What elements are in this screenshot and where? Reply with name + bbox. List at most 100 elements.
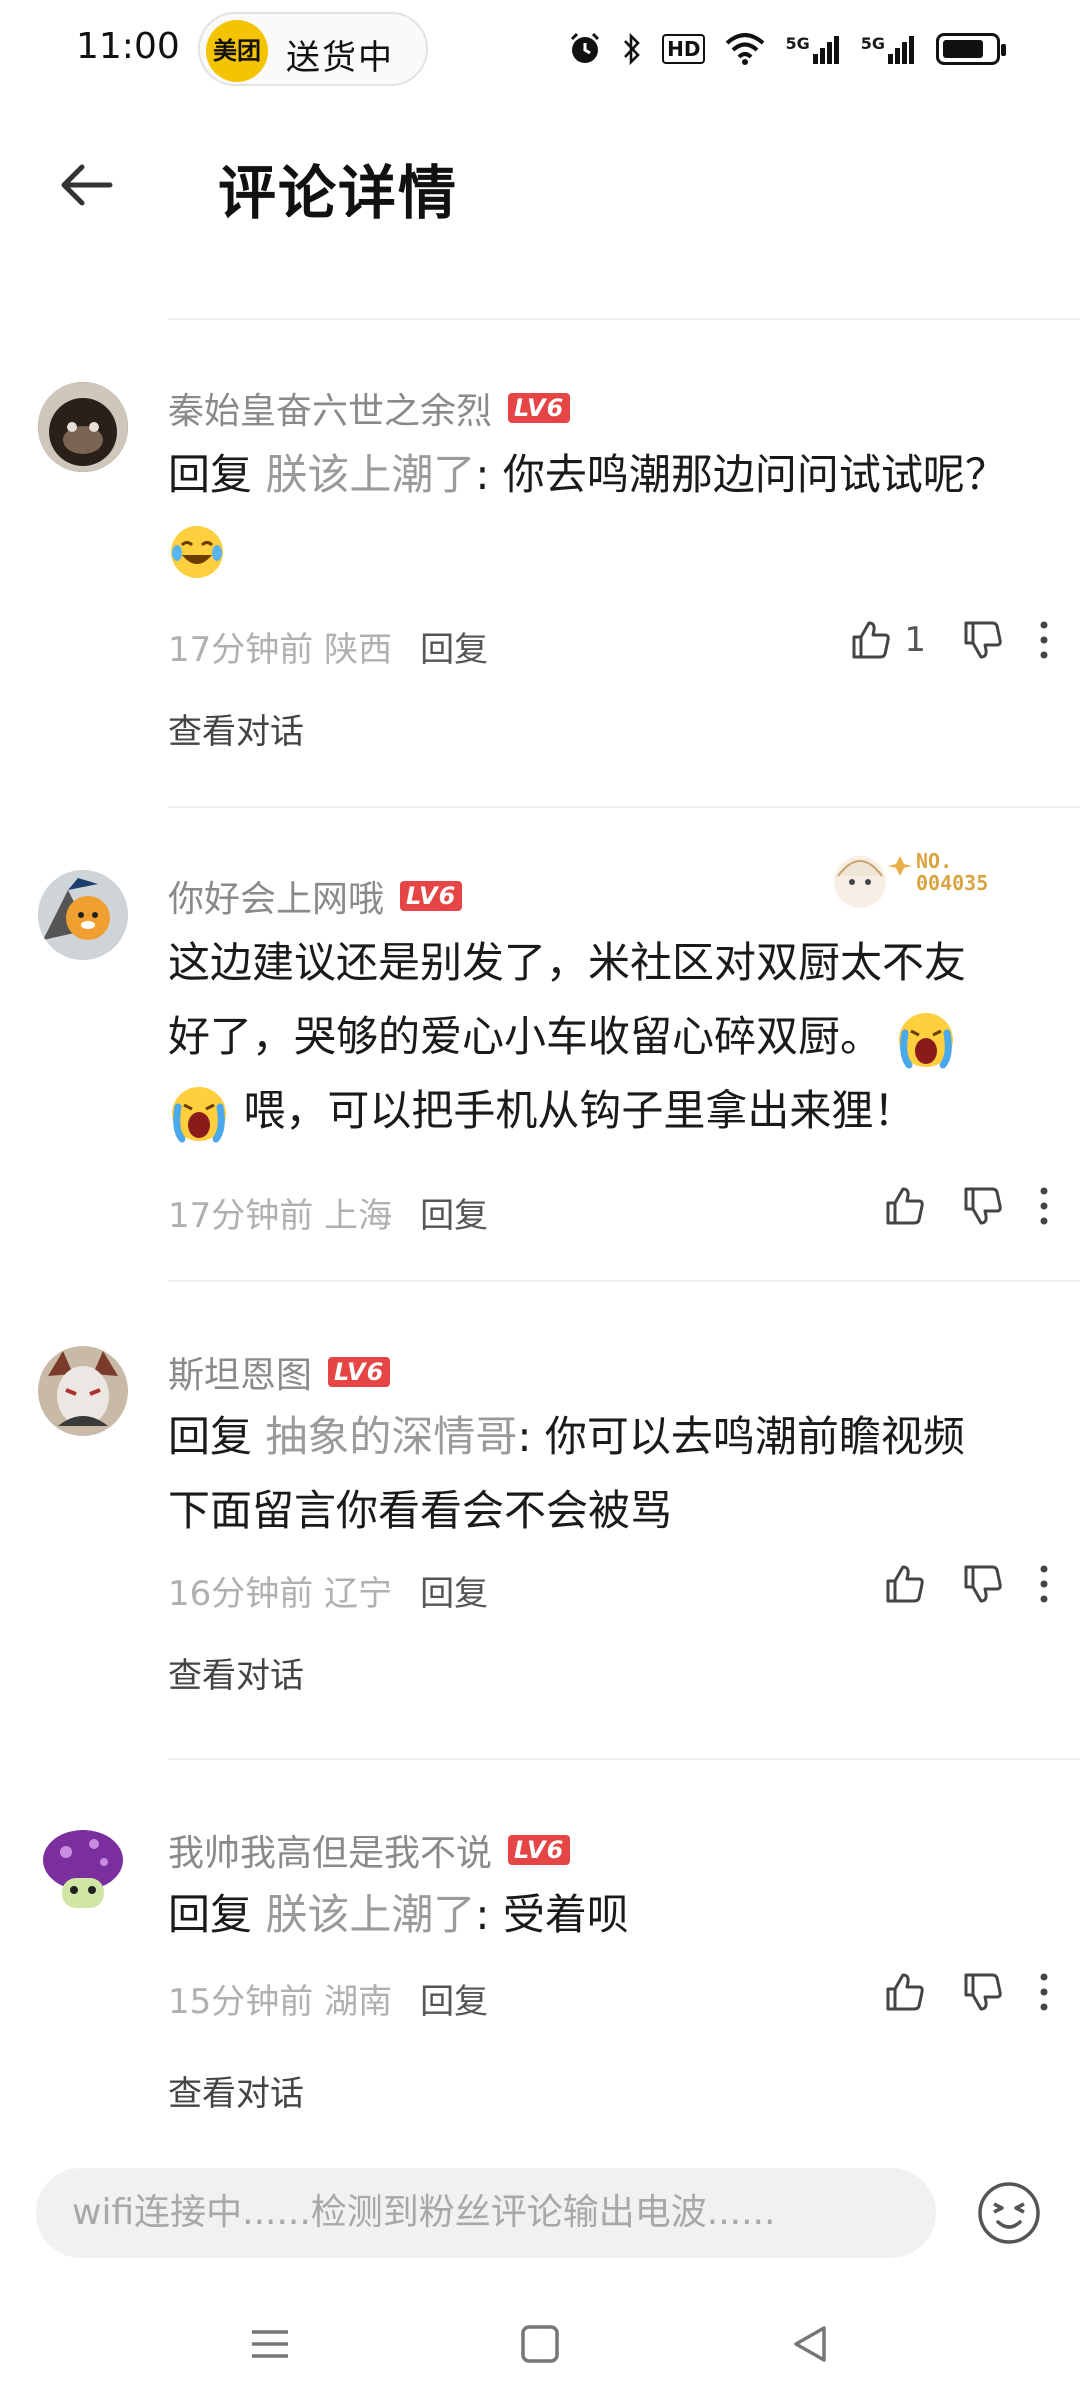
delivery-status-text: 送货中 [286,38,394,78]
divider [168,318,1080,320]
thumbs-down-icon [964,621,1002,659]
username-row: 我帅我高但是我不说 LV6 [168,1824,571,1876]
dislike-button[interactable] [960,1562,1004,1606]
comment-text: 回复 朕该上潮了: 你去鸣潮那边问问试试呢？ [168,438,1048,586]
time-location: 17分钟前 陕西 [168,630,393,670]
like-button[interactable] [882,1184,926,1228]
battery-icon [936,33,1006,65]
reply-to-user[interactable]: 抽象的深情哥 [265,1412,517,1461]
reply-prefix: 回复 [168,1412,266,1461]
username[interactable]: 我帅我高但是我不说 [168,1824,492,1876]
reply-button[interactable]: 回复 [420,1974,488,2023]
thumbs-down-icon [964,1187,1002,1225]
like-button[interactable] [882,1970,926,2014]
comment-text: 回复 抽象的深情哥: 你可以去鸣潮前瞻视频 下面留言你看看会不会被骂 [168,1400,1048,1548]
fan-badge-number: NO. 004035 [916,849,989,895]
like-button[interactable]: 1 [848,618,926,662]
comment-body-line: 喂，可以把手机从钩子里拿出来狸！ [168,1074,1048,1148]
time-location: 16分钟前 辽宁 [168,1574,393,1614]
more-button[interactable] [1038,1564,1050,1604]
page-header: 评论详情 [0,110,1080,250]
level-badge: LV6 [508,1835,571,1865]
comment-meta: 15分钟前 湖南 回复 [168,1974,488,2023]
laughing-tears-emoji [171,525,223,578]
more-vertical-icon [1040,1973,1048,2011]
more-button[interactable] [1038,1972,1050,2012]
username[interactable]: 秦始皇奋六世之余烈 [168,382,492,434]
time-location: 17分钟前 上海 [168,1196,393,1236]
page-title: 评论详情 [218,159,459,227]
wifi-icon [726,33,765,65]
level-badge: LV6 [328,1357,391,1387]
dislike-button[interactable] [960,1970,1004,2014]
thumbs-up-icon [886,1973,924,2011]
reply-prefix: 回复 [168,1890,266,1939]
view-conversation-link[interactable]: 查看对话 [168,1648,304,1697]
reply-button[interactable]: 回复 [420,622,488,671]
like-button[interactable] [882,1562,926,1606]
level-badge: LV6 [508,393,571,423]
crying-emoji [172,1086,226,1142]
thumbs-down-icon [964,1565,1002,1603]
reply-prefix: 回复 [168,450,266,499]
meituan-logo: 美团 [206,20,268,82]
comment-body-line: 下面留言你看看会不会被骂 [168,1486,673,1535]
more-vertical-icon [1040,621,1048,659]
home-square-icon[interactable] [510,2314,570,2374]
comment-body-line: 好了，哭够的爱心小车收留心碎双厨。 [168,1000,1048,1074]
avatar[interactable] [38,382,128,472]
5g-label: 5G [860,34,885,53]
5g-signal-icon: 5G [861,34,916,64]
comment-meta: 16分钟前 辽宁 回复 [168,1566,488,1615]
comment-input[interactable]: wifi连接中......检测到粉丝评论输出电波...... [36,2168,936,2258]
reply-button[interactable]: 回复 [420,1188,488,1237]
divider [168,1758,1080,1760]
comment-body-line: 回复 抽象的深情哥: 你可以去鸣潮前瞻视频 [168,1400,1048,1474]
crying-emoji [899,1012,954,1068]
menu-icon[interactable] [240,2314,300,2374]
comment-text: 回复 朕该上潮了: 受着呗 [168,1878,1048,1952]
delivery-status-pill[interactable]: 美团 送货中 [198,12,428,86]
username[interactable]: 你好会上网哦 [168,870,384,922]
view-conversation-link[interactable]: 查看对话 [168,2066,304,2115]
comment-body: : 受着呗 [475,1890,629,1939]
level-badge: LV6 [400,881,463,911]
dislike-button[interactable] [960,1184,1004,1228]
hd-icon: HD [662,34,706,64]
username-row: 斯坦恩图 LV6 [168,1346,391,1398]
thumbs-down-icon [964,1973,1002,2011]
avatar[interactable] [38,870,128,960]
more-vertical-icon [1040,1565,1048,1603]
emoji-face-icon[interactable] [976,2180,1042,2246]
comment-text: 这边建议还是别发了，米社区对双厨太不友 好了，哭够的爱心小车收留心碎双厨。 喂，… [168,926,1048,1148]
bluetooth-icon [624,32,640,66]
fan-badge-decoration: NO. 004035 [820,836,1020,916]
username[interactable]: 斯坦恩图 [168,1346,312,1398]
view-conversation-link[interactable]: 查看对话 [168,704,304,753]
comment-actions [848,1970,1050,2014]
username-row: 你好会上网哦 LV6 [168,870,463,922]
comment-input-bar: wifi连接中......检测到粉丝评论输出电波...... [0,2140,1080,2270]
thumbs-up-icon [886,1187,924,1225]
comment-meta: 17分钟前 上海 回复 [168,1188,488,1237]
back-triangle-icon[interactable] [780,2314,840,2374]
thumbs-up-icon [852,621,891,659]
dislike-button[interactable] [960,618,1004,662]
more-button[interactable] [1038,620,1050,660]
more-vertical-icon [1040,1187,1048,1225]
avatar[interactable] [38,1346,128,1436]
reply-button[interactable]: 回复 [420,1566,488,1615]
time-location: 15分钟前 湖南 [168,1982,393,2022]
back-arrow-icon[interactable] [50,150,120,220]
comment-body: : 你去鸣潮那边问问试试呢？ [475,450,1007,499]
more-button[interactable] [1038,1186,1050,1226]
comment-actions: 1 [814,618,1050,662]
comment-actions [848,1184,1050,1228]
5g-label: 5G [785,34,810,53]
reply-to-user[interactable]: 朕该上潮了 [265,1890,475,1939]
reply-to-user[interactable]: 朕该上潮了 [265,450,475,499]
5g-signal-icon: 5G [785,34,840,64]
avatar[interactable] [38,1824,128,1914]
battery-level [943,40,983,58]
system-nav-bar [0,2290,1080,2408]
